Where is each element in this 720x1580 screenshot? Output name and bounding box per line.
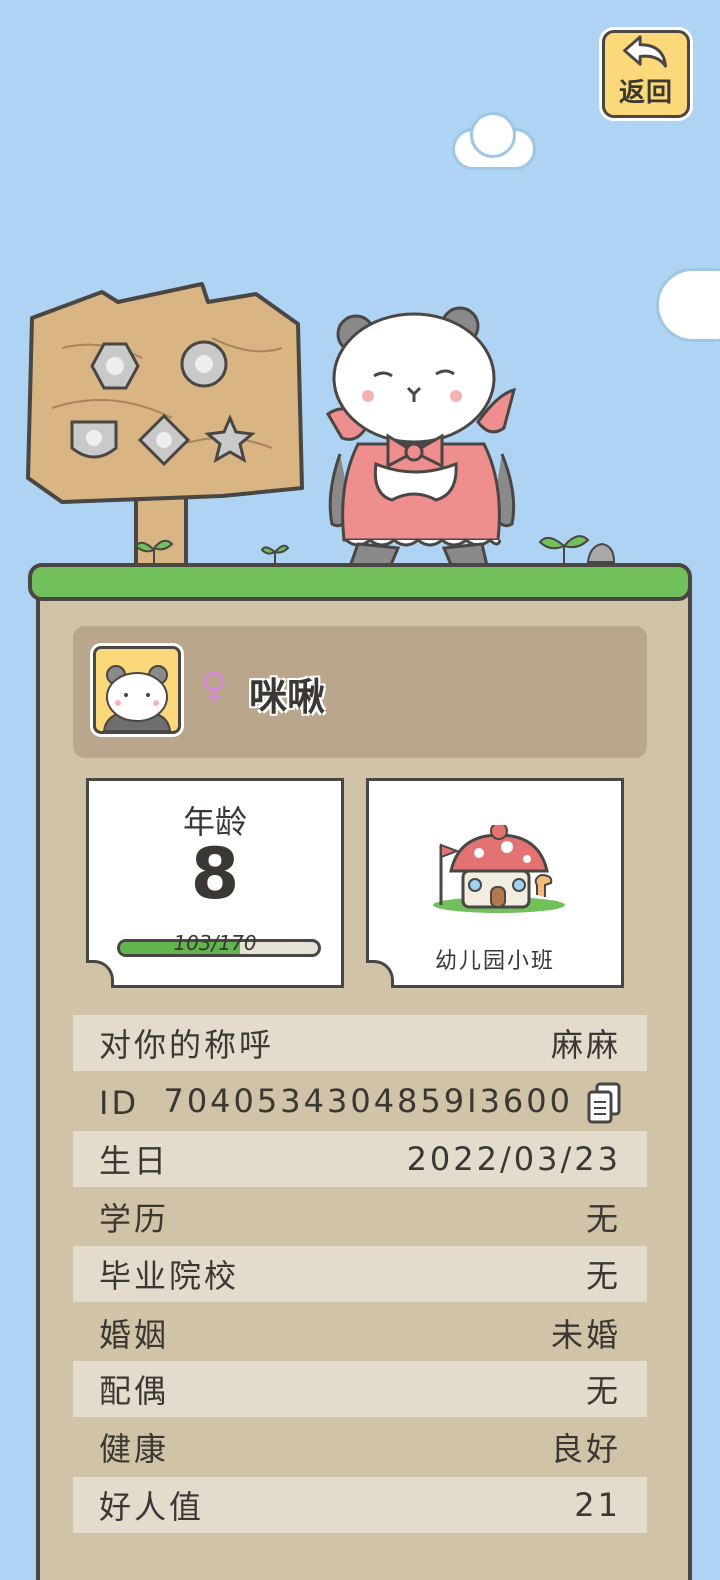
badge-flower-icon [180, 340, 228, 388]
copy-icon[interactable] [587, 1082, 621, 1124]
school-card[interactable]: 幼儿园小班 [366, 778, 624, 988]
info-value: 无 [585, 1200, 621, 1238]
info-label: 好人值 [99, 1488, 205, 1526]
info-value: 未婚 [550, 1316, 621, 1354]
info-label: 配偶 [99, 1372, 170, 1410]
sprout-icon [260, 544, 290, 564]
info-value: 2022/03/23 [406, 1140, 621, 1178]
gender-female-icon: ♀ [201, 666, 228, 707]
info-row-nickname: 对你的称呼 麻麻 [73, 1015, 647, 1071]
info-value: 无 [585, 1372, 621, 1410]
xp-text: 103/170 [173, 931, 257, 955]
info-label: 毕业院校 [99, 1257, 240, 1295]
badge-hexagon-icon [90, 342, 140, 390]
info-label: 对你的称呼 [99, 1026, 275, 1064]
back-button[interactable]: 返回 [602, 30, 690, 118]
back-label: 返回 [618, 78, 673, 108]
info-row-spouse: 配偶 无 [73, 1361, 647, 1417]
info-row-health: 健康 良好 [73, 1419, 647, 1475]
school-label: 幼儿园小班 [434, 949, 555, 974]
badge-shield-icon [70, 420, 118, 459]
info-label: 婚姻 [99, 1316, 170, 1354]
pet-avatar[interactable] [93, 646, 181, 734]
info-value: 无 [585, 1257, 621, 1295]
info-row-kindness: 好人值 21 [73, 1477, 647, 1533]
pet-name: 咪啾 [249, 675, 326, 719]
achievement-sign[interactable] [22, 278, 304, 568]
cloud [470, 112, 516, 158]
rock-icon [586, 542, 616, 563]
mushroom-school-icon [433, 825, 565, 913]
info-label: 学历 [99, 1200, 170, 1238]
info-label: 健康 [99, 1430, 170, 1468]
cloud [656, 268, 720, 342]
back-arrow-icon [623, 35, 667, 68]
sprout-icon [134, 539, 174, 564]
info-value: 麻麻 [550, 1026, 621, 1064]
panda-avatar-icon [102, 665, 172, 731]
sprout-icon [538, 535, 590, 564]
info-label: ID [99, 1084, 140, 1122]
info-value: 7040534304859I3600 [163, 1082, 573, 1120]
panda-character[interactable] [318, 304, 524, 584]
age-value: 8 [190, 833, 240, 915]
info-row-birthday: 生日 2022/03/23 [73, 1131, 647, 1187]
info-row-education: 学历 无 [73, 1189, 647, 1245]
grass-ledge [28, 563, 692, 601]
info-label: 生日 [99, 1142, 170, 1180]
age-card: 年龄 8 103/170 [86, 778, 344, 988]
info-row-id: ID 7040534304859I3600 [73, 1075, 647, 1131]
info-row-school: 毕业院校 无 [73, 1246, 647, 1302]
info-row-marriage: 婚姻 未婚 [73, 1305, 647, 1361]
page-curl [86, 960, 114, 988]
info-value: 良好 [550, 1430, 621, 1468]
info-value: 21 [574, 1486, 621, 1524]
profile-header: ♀ 咪啾 [73, 626, 647, 758]
